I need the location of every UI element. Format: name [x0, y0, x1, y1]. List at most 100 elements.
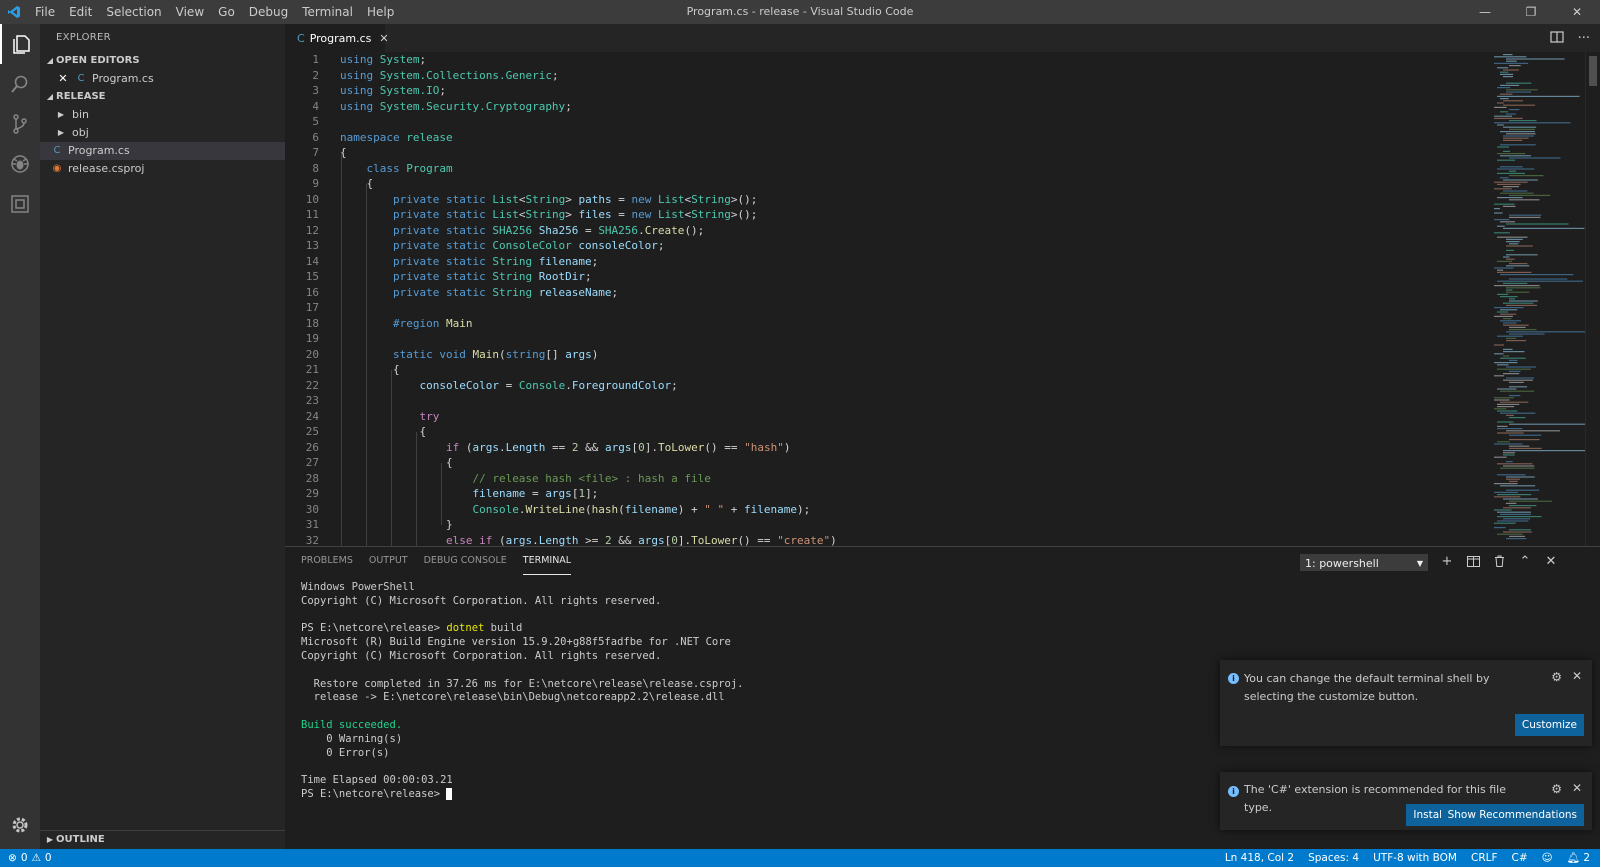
split-terminal-icon[interactable]	[1466, 555, 1480, 567]
release-folder-header[interactable]: ◢ RELEASE	[40, 88, 285, 106]
menu-go[interactable]: Go	[211, 0, 242, 24]
minimap-line	[1503, 76, 1514, 78]
minimap-line	[1509, 370, 1521, 372]
minimap-line	[1500, 98, 1509, 100]
notification-close-icon[interactable]: ✕	[1572, 781, 1582, 795]
menu-help[interactable]: Help	[360, 0, 401, 24]
menu-view[interactable]: View	[169, 0, 211, 24]
menu-debug[interactable]: Debug	[242, 0, 295, 24]
maximize-panel-icon[interactable]: ⌃	[1518, 554, 1532, 569]
tree-item-release-csproj[interactable]: ◉ release.csproj	[40, 160, 285, 178]
minimap-line	[1494, 315, 1513, 317]
menu-file[interactable]: File	[28, 0, 62, 24]
open-editor-item[interactable]: ✕ C Program.cs	[40, 70, 285, 88]
notification-gear-icon[interactable]: ⚙	[1551, 670, 1562, 684]
kill-terminal-icon[interactable]	[1492, 555, 1506, 567]
minimap-line	[1506, 331, 1586, 333]
notifications-status[interactable]: 🔔︎ 2	[1567, 849, 1590, 867]
minimap-line	[1497, 159, 1516, 161]
code-line: #region Main	[392, 316, 473, 330]
editor-tab-bar: C Program.cs ✕ ···	[285, 24, 1600, 52]
language-mode[interactable]: C#	[1512, 849, 1528, 867]
scrollbar-thumb[interactable]	[1589, 56, 1597, 86]
explorer-icon[interactable]	[0, 24, 40, 64]
tree-item-program-cs[interactable]: C Program.cs	[40, 142, 285, 160]
minimap-line	[1509, 423, 1586, 425]
outline-section[interactable]: ▶ OUTLINE	[40, 830, 285, 849]
restore-button[interactable]: ❐	[1508, 0, 1554, 24]
terminal-select[interactable]: 1: powershell ▼	[1300, 554, 1428, 571]
tab-output[interactable]: OUTPUT	[369, 547, 408, 575]
code-area[interactable]: using System; using System.Collections.G…	[340, 52, 1480, 546]
menu-selection[interactable]: Selection	[99, 0, 168, 24]
close-icon[interactable]: ✕	[56, 70, 70, 88]
indentation[interactable]: Spaces: 4	[1308, 849, 1359, 867]
line-number: 9	[312, 177, 319, 190]
minimap-line	[1494, 443, 1523, 445]
tree-item-obj[interactable]: ▶ obj	[40, 124, 285, 142]
minimap-line	[1497, 236, 1528, 238]
minimap-line	[1494, 208, 1501, 210]
code-line: {	[340, 177, 374, 190]
new-terminal-icon[interactable]: +	[1440, 554, 1454, 569]
line-number: 32	[305, 533, 319, 547]
minimap-line	[1494, 399, 1510, 401]
encoding[interactable]: UTF-8 with BOM	[1373, 849, 1457, 867]
feedback-smiley-icon[interactable]: ☺	[1542, 849, 1553, 867]
code-editor[interactable]: 1 2 3 4 5 6 7 8 9 10 11 12 13 14 15 16 17 18 19 20 21 22 23 24 2…	[285, 52, 1600, 546]
line-number: 10	[305, 192, 319, 206]
minimap-line	[1506, 340, 1527, 342]
editor-scrollbar[interactable]	[1585, 52, 1600, 546]
minimap-line	[1506, 478, 1520, 480]
menu-terminal[interactable]: Terminal	[295, 0, 360, 24]
outline-header[interactable]: ▶ OUTLINE	[40, 831, 285, 849]
settings-gear-icon[interactable]	[0, 805, 40, 845]
tab-debug-console[interactable]: DEBUG CONSOLE	[424, 547, 507, 575]
minimap-line	[1506, 245, 1533, 247]
more-actions-icon[interactable]: ···	[1578, 31, 1590, 46]
minimap-line	[1497, 421, 1514, 423]
tab-program-cs[interactable]: C Program.cs ✕	[285, 24, 389, 52]
line-ending[interactable]: CRLF	[1471, 849, 1498, 867]
terminal-output[interactable]: Windows PowerShell Copyright (C) Microsof…	[301, 581, 1181, 802]
line-number: 17	[305, 301, 319, 314]
notification-close-icon[interactable]: ✕	[1572, 669, 1582, 683]
open-editors-header[interactable]: ◢ OPEN EDITORS	[40, 52, 285, 70]
tree-item-bin[interactable]: ▶ bin	[40, 106, 285, 124]
line-number: 27	[305, 456, 319, 469]
close-panel-icon[interactable]: ✕	[1544, 554, 1558, 569]
minimap-line	[1503, 351, 1525, 353]
menu-edit[interactable]: Edit	[62, 0, 99, 24]
show-recommendations-button[interactable]: Show Recommendations	[1440, 804, 1584, 826]
minimap-line	[1494, 491, 1518, 493]
code-line: // release hash <file> : hash a file	[472, 471, 711, 485]
editor-actions: ···	[1549, 24, 1590, 52]
minimap-line	[1506, 91, 1532, 93]
tab-problems[interactable]: PROBLEMS	[301, 547, 353, 575]
minimap-line	[1506, 430, 1561, 432]
terminal-line: Windows PowerShell	[301, 581, 415, 593]
debug-icon[interactable]	[0, 144, 40, 184]
notification-csharp-extension: i The 'C#' extension is recommended for …	[1220, 772, 1592, 830]
extensions-icon[interactable]	[0, 184, 40, 224]
minimap-line	[1500, 155, 1531, 157]
line-number: 13	[305, 239, 319, 252]
close-tab-icon[interactable]: ✕	[379, 32, 388, 45]
search-icon[interactable]	[0, 64, 40, 104]
notification-gear-icon[interactable]: ⚙	[1551, 782, 1562, 796]
minimap-line	[1503, 454, 1515, 456]
minimap[interactable]	[1490, 52, 1590, 546]
minimap-line	[1500, 111, 1508, 113]
customize-button[interactable]: Customize	[1514, 714, 1584, 736]
minimap-line	[1500, 93, 1513, 95]
problems-status[interactable]: ⊗ 0 ⚠ 0	[8, 849, 52, 867]
source-control-icon[interactable]	[0, 104, 40, 144]
tab-terminal[interactable]: TERMINAL	[522, 547, 572, 575]
minimize-button[interactable]: —	[1462, 0, 1508, 24]
close-window-button[interactable]: ✕	[1554, 0, 1600, 24]
minimap-line	[1506, 254, 1538, 256]
split-editor-icon[interactable]	[1549, 30, 1564, 46]
minimap-line	[1494, 122, 1571, 124]
indent-guide	[366, 184, 367, 546]
cursor-position[interactable]: Ln 418, Col 2	[1225, 849, 1294, 867]
